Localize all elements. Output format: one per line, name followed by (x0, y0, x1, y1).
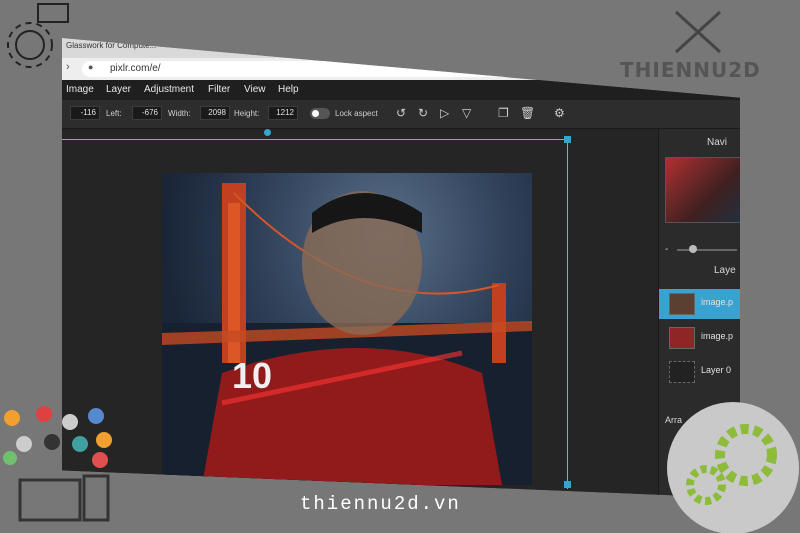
rotate-left-icon[interactable]: ↺ (396, 106, 406, 120)
selection-top-edge (62, 139, 568, 140)
flip-horizontal-icon[interactable]: ▷ (440, 106, 449, 120)
resize-handle-bottom-right[interactable] (564, 481, 571, 488)
zoom-out-icon[interactable]: - (665, 244, 668, 255)
menu-adjustment[interactable]: Adjustment (144, 84, 194, 95)
lock-aspect-label: Lock aspect (335, 109, 378, 118)
layer-name: Layer 0 (701, 365, 732, 375)
menu-image[interactable]: Image (66, 84, 94, 95)
layer-row[interactable]: image.p (659, 323, 740, 353)
menu-filter[interactable]: Filter (208, 84, 230, 95)
brand-logo-text: THIENNU2D (620, 58, 761, 82)
selection-right-edge (567, 139, 568, 489)
layer-row[interactable]: Layer 0 (659, 357, 740, 387)
resize-handle-top-right[interactable] (564, 136, 571, 143)
app-menubar: Image Layer Adjustment Filter View Help (62, 80, 740, 100)
layer-thumb (669, 293, 695, 315)
layer-name: image.p (701, 297, 734, 307)
lock-icon: ● (88, 62, 94, 72)
lock-aspect-toggle[interactable] (310, 108, 330, 119)
rotate-handle[interactable] (264, 129, 271, 136)
left-field[interactable]: -676 (132, 106, 162, 120)
layer-row-active[interactable]: image.p (659, 289, 740, 319)
menu-help[interactable]: Help (278, 84, 299, 95)
watermark-site: thiennu2d.vn (300, 493, 461, 515)
gear-outline-icon (7, 3, 69, 68)
pixlr-editor-window: Glasswork for Compute... › ● pixlr.com/e… (62, 38, 740, 498)
gear-icon[interactable]: ⚙ (554, 106, 565, 120)
top-field[interactable]: -116 (70, 106, 100, 120)
left-label: Left: (106, 109, 122, 118)
transform-toolbar: -116 Left: -676 Width: 2098 Height: 1212… (62, 100, 740, 129)
url-text: pixlr.com/e/ (110, 63, 161, 74)
layers-title: Laye (714, 265, 736, 276)
trash-icon[interactable]: 🗑 (520, 106, 535, 120)
photo-artwork: 10 (162, 183, 532, 485)
height-label: Height: (234, 109, 260, 118)
devices-icon (3, 406, 112, 522)
layer-name: image.p (701, 331, 734, 341)
toggle-knob (312, 110, 319, 117)
zoom-slider-knob[interactable] (689, 245, 697, 253)
editor-canvas[interactable]: 10 (62, 129, 658, 498)
browser-titlebar: Glasswork for Compute... (62, 38, 740, 58)
width-field[interactable]: 2098 (200, 106, 230, 120)
address-bar[interactable]: ● pixlr.com/e/ (82, 61, 602, 77)
navigator-thumbnail[interactable] (665, 157, 740, 223)
layer-thumb (669, 361, 695, 383)
menu-view[interactable]: View (244, 84, 266, 95)
composite-photo: 10 (162, 173, 532, 485)
gears-icon (667, 402, 799, 533)
navigator-title: Navi (707, 137, 728, 148)
rotate-right-icon[interactable]: ↻ (418, 106, 428, 120)
layer-thumb (669, 327, 695, 349)
height-field[interactable]: 1212 (268, 106, 298, 120)
menu-layer[interactable]: Layer (106, 84, 131, 95)
zoom-slider[interactable] (677, 249, 737, 251)
svg-text:10: 10 (232, 355, 272, 396)
width-label: Width: (168, 109, 191, 118)
flip-vertical-icon[interactable]: ▽ (462, 106, 471, 120)
crossed-swords-icon (674, 10, 722, 54)
duplicate-icon[interactable]: ❐ (498, 106, 509, 120)
